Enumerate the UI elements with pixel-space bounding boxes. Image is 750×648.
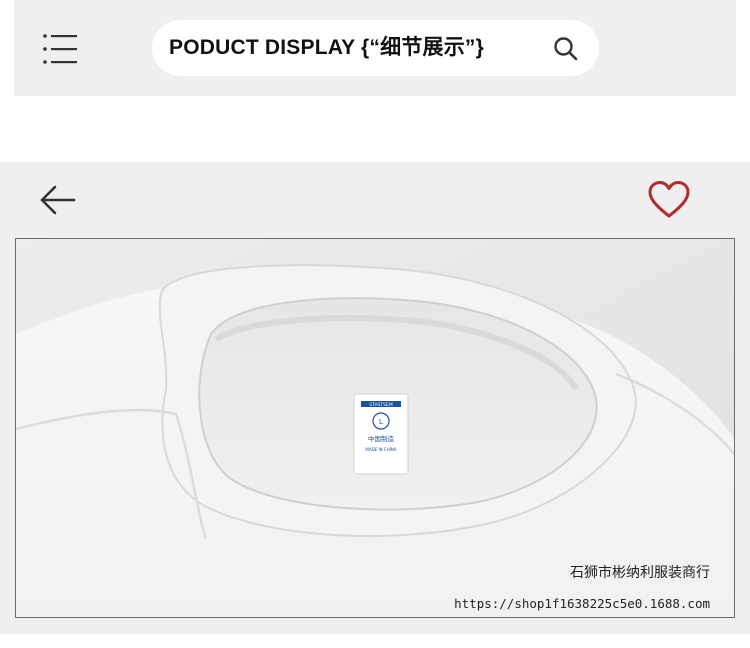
search-bar[interactable]: PODUCT DISPLAY {“细节展示”} xyxy=(152,20,599,76)
search-icon[interactable] xyxy=(553,36,579,62)
heart-icon[interactable] xyxy=(648,181,690,219)
label-brand: STASTSEM xyxy=(369,402,393,408)
label-made-cn: 中国制造 xyxy=(368,434,395,443)
label-made-en: MADE IN CHINA xyxy=(365,447,396,452)
watermark-shop-url: https://shop1f1638225c5e0.1688.com xyxy=(454,596,710,611)
watermark-shop-name: 石狮市彬纳利服装商行 xyxy=(570,565,710,581)
product-detail-panel: STASTSEM L 中国制造 MADE IN CHINA 石狮市彬纳利服装商行… xyxy=(0,162,750,634)
product-photo[interactable]: STASTSEM L 中国制造 MADE IN CHINA 石狮市彬纳利服装商行… xyxy=(15,238,735,618)
hamburger-menu-icon[interactable] xyxy=(42,32,78,66)
search-text: PODUCT DISPLAY {“细节展示”} xyxy=(169,36,484,59)
top-bar: PODUCT DISPLAY {“细节展示”} xyxy=(14,0,736,96)
clothing-label: STASTSEM L 中国制造 MADE IN CHINA xyxy=(353,393,409,475)
label-size: L xyxy=(379,418,383,426)
tshirt-collar-image: STASTSEM L 中国制造 MADE IN CHINA xyxy=(16,239,734,617)
back-arrow-icon[interactable] xyxy=(38,184,78,216)
